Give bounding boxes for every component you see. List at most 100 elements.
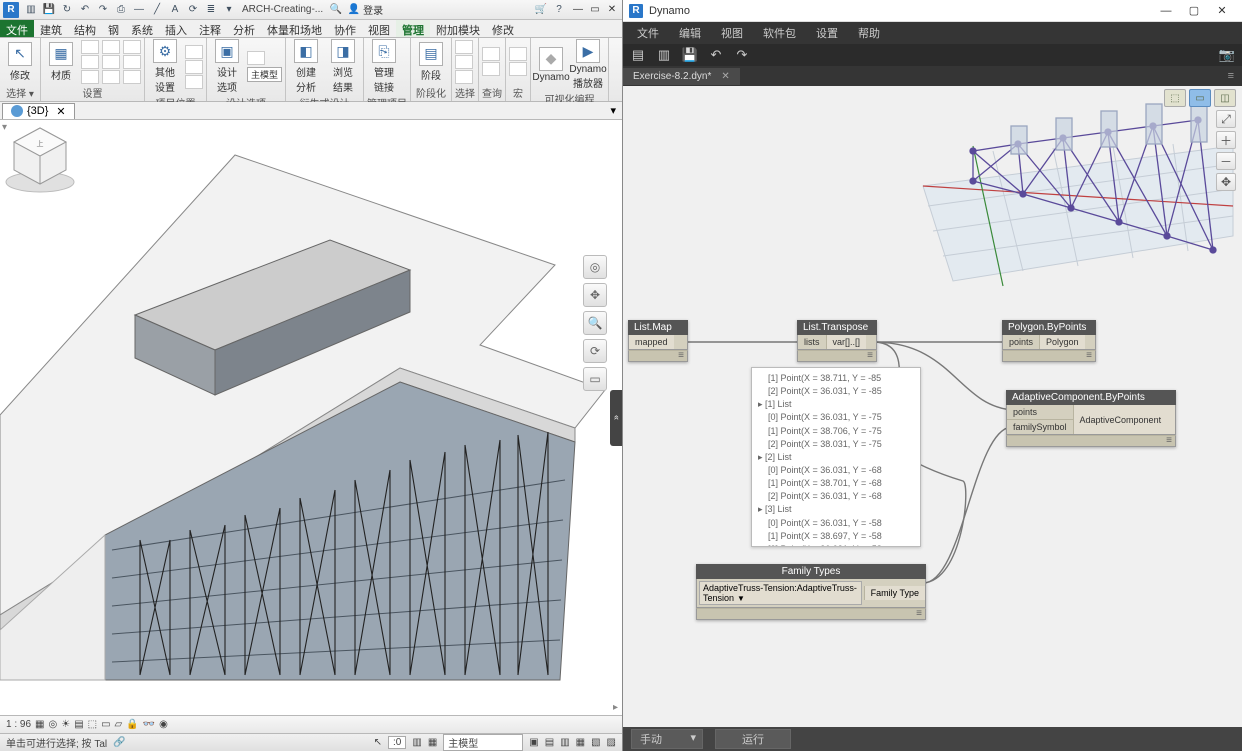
- manage-links-button[interactable]: ⎘管理 链接: [367, 39, 401, 94]
- dynamo-canvas[interactable]: ⬚ ▭ ◫ ⤢ ＋ － ✥ List.Map mapped List.Trans…: [623, 86, 1242, 727]
- q-sm-2[interactable]: [482, 62, 500, 76]
- scale-label[interactable]: 1 : 96: [6, 719, 31, 730]
- combined-view-icon[interactable]: ◫: [1214, 89, 1236, 107]
- sb-ico-4[interactable]: ▦: [576, 737, 585, 748]
- model-selector[interactable]: 主模型: [443, 734, 523, 751]
- port-lists[interactable]: lists: [798, 335, 827, 349]
- pan-view-icon[interactable]: ✥: [1216, 173, 1236, 191]
- sb-ico-1[interactable]: ▣: [529, 737, 538, 748]
- login-label[interactable]: 登录: [363, 2, 383, 17]
- port-family-type[interactable]: Family Type: [864, 586, 925, 600]
- minimize-button[interactable]: —: [571, 4, 585, 15]
- cart-icon[interactable]: 🛒: [533, 2, 549, 18]
- threed-icon[interactable]: ⟳: [185, 2, 201, 18]
- settings-sm-9[interactable]: [123, 70, 141, 84]
- tab-struct[interactable]: 结构: [68, 20, 102, 37]
- view-tab-3d[interactable]: {3D} ✕: [2, 103, 75, 119]
- align-icon[interactable]: ╱: [149, 2, 165, 18]
- restore-button[interactable]: ▭: [588, 4, 602, 15]
- loc-sm-2[interactable]: [185, 60, 203, 74]
- text-icon[interactable]: A: [167, 2, 183, 18]
- settings-sm-6[interactable]: [102, 70, 120, 84]
- dropdown-icon[interactable]: ▾: [221, 2, 237, 18]
- close-view-icon[interactable]: ✕: [56, 105, 65, 118]
- family-type-dropdown[interactable]: AdaptiveTruss-Tension:AdaptiveTruss-Tens…: [699, 581, 862, 605]
- save-icon[interactable]: 💾: [41, 2, 57, 18]
- tab-steel[interactable]: 钢: [102, 20, 125, 37]
- revit-3d-viewport[interactable]: 上 ◎ ✥ 🔍 ⟳ ▭ « ▾ ▸: [0, 120, 622, 715]
- node-list-map[interactable]: List.Map mapped: [628, 320, 688, 362]
- other-settings-button[interactable]: ⚙其他 设置: [148, 39, 182, 94]
- menu-file[interactable]: 文件: [627, 22, 669, 44]
- sb-ico-5[interactable]: ▧: [591, 737, 600, 748]
- settings-sm-2[interactable]: [81, 55, 99, 69]
- sun-icon[interactable]: ☀: [61, 719, 70, 730]
- sel-sm-3[interactable]: [455, 70, 473, 84]
- settings-sm-4[interactable]: [102, 40, 120, 54]
- create-analysis-button[interactable]: ◧创建 分析: [289, 39, 323, 94]
- redo-icon[interactable]: ↷: [95, 2, 111, 18]
- reveal-icon[interactable]: ◉: [159, 719, 168, 730]
- print-icon[interactable]: ⎙: [113, 2, 129, 18]
- tab-addins[interactable]: 附加模块: [430, 20, 486, 37]
- sync-icon[interactable]: ↻: [59, 2, 75, 18]
- undo-dynamo-icon[interactable]: ↶: [707, 47, 725, 63]
- tab-view[interactable]: 视图: [362, 20, 396, 37]
- loc-sm-1[interactable]: [185, 45, 203, 59]
- sel-cursor-icon[interactable]: ↖: [374, 737, 382, 748]
- viewcube[interactable]: 上: [0, 120, 80, 200]
- tab-annotate[interactable]: 注释: [193, 20, 227, 37]
- port-polygon[interactable]: Polygon: [1040, 335, 1085, 349]
- fit-view-icon[interactable]: ⤢: [1216, 110, 1236, 128]
- menu-edit[interactable]: 编辑: [669, 22, 711, 44]
- camera-icon[interactable]: 📷: [1218, 47, 1236, 63]
- temp-hide-icon[interactable]: 👓: [143, 719, 155, 730]
- tab-system[interactable]: 系统: [125, 20, 159, 37]
- dynamo-close-button[interactable]: ✕: [1208, 4, 1236, 17]
- status-link-icon[interactable]: 🔗: [113, 737, 125, 748]
- tab-insert[interactable]: 插入: [159, 20, 193, 37]
- user-icon[interactable]: 👤: [346, 2, 362, 18]
- vp-corner-icon[interactable]: ▸: [613, 702, 618, 713]
- menu-settings[interactable]: 设置: [806, 22, 848, 44]
- loc-sm-3[interactable]: [185, 75, 203, 89]
- geometry-view-icon[interactable]: ⬚: [1164, 89, 1186, 107]
- properties-expander[interactable]: «: [610, 390, 622, 446]
- visual-style-icon[interactable]: ◎: [48, 719, 57, 730]
- node-polygon-bypoints[interactable]: Polygon.ByPoints points Polygon: [1002, 320, 1096, 362]
- m-sm-1[interactable]: [509, 47, 527, 61]
- main-model-dropdown[interactable]: 主模型: [247, 67, 282, 82]
- dynamo-player-button[interactable]: ▶Dynamo 播放器: [571, 39, 605, 90]
- tab-arch[interactable]: 建筑: [34, 20, 68, 37]
- node-adaptive-component[interactable]: AdaptiveComponent.ByPoints points family…: [1006, 390, 1176, 447]
- undo-icon[interactable]: ↶: [77, 2, 93, 18]
- port-ac-familysymbol[interactable]: familySymbol: [1007, 420, 1073, 434]
- graph-view-icon[interactable]: ▭: [1189, 89, 1211, 107]
- menu-packages[interactable]: 软件包: [753, 22, 806, 44]
- sb-ico-2[interactable]: ▤: [545, 737, 554, 748]
- settings-sm-5[interactable]: [102, 55, 120, 69]
- port-var[interactable]: var[]..[]: [827, 335, 867, 349]
- view-dropdown-icon[interactable]: ▾: [604, 104, 622, 117]
- section-icon[interactable]: ≣: [203, 2, 219, 18]
- tab-mass[interactable]: 体量和场地: [261, 20, 328, 37]
- sel-sm-2[interactable]: [455, 55, 473, 69]
- settings-sm-1[interactable]: [81, 40, 99, 54]
- detail-icon[interactable]: ▦: [35, 719, 44, 730]
- materials-button[interactable]: ▦材质: [44, 42, 78, 82]
- tab-analyze[interactable]: 分析: [227, 20, 261, 37]
- filter-2-icon[interactable]: ▦: [428, 737, 437, 748]
- browse-results-button[interactable]: ◨浏览 结果: [326, 39, 360, 94]
- port-adaptive-component[interactable]: AdaptiveComponent: [1074, 405, 1175, 434]
- q-sm-1[interactable]: [482, 47, 500, 61]
- run-button[interactable]: 运行: [715, 729, 791, 749]
- steering-wheel-icon[interactable]: ◎: [583, 255, 607, 279]
- crop-icon[interactable]: ▭: [101, 719, 110, 730]
- port-poly-points[interactable]: points: [1003, 335, 1040, 349]
- settings-sm-3[interactable]: [81, 70, 99, 84]
- close-file-tab-icon[interactable]: ✕: [721, 71, 729, 82]
- run-mode-dropdown[interactable]: 手动: [631, 729, 703, 749]
- shadows-icon[interactable]: ▤: [74, 719, 83, 730]
- design-options-button[interactable]: ▣设计 选项: [210, 39, 244, 94]
- settings-sm-7[interactable]: [123, 40, 141, 54]
